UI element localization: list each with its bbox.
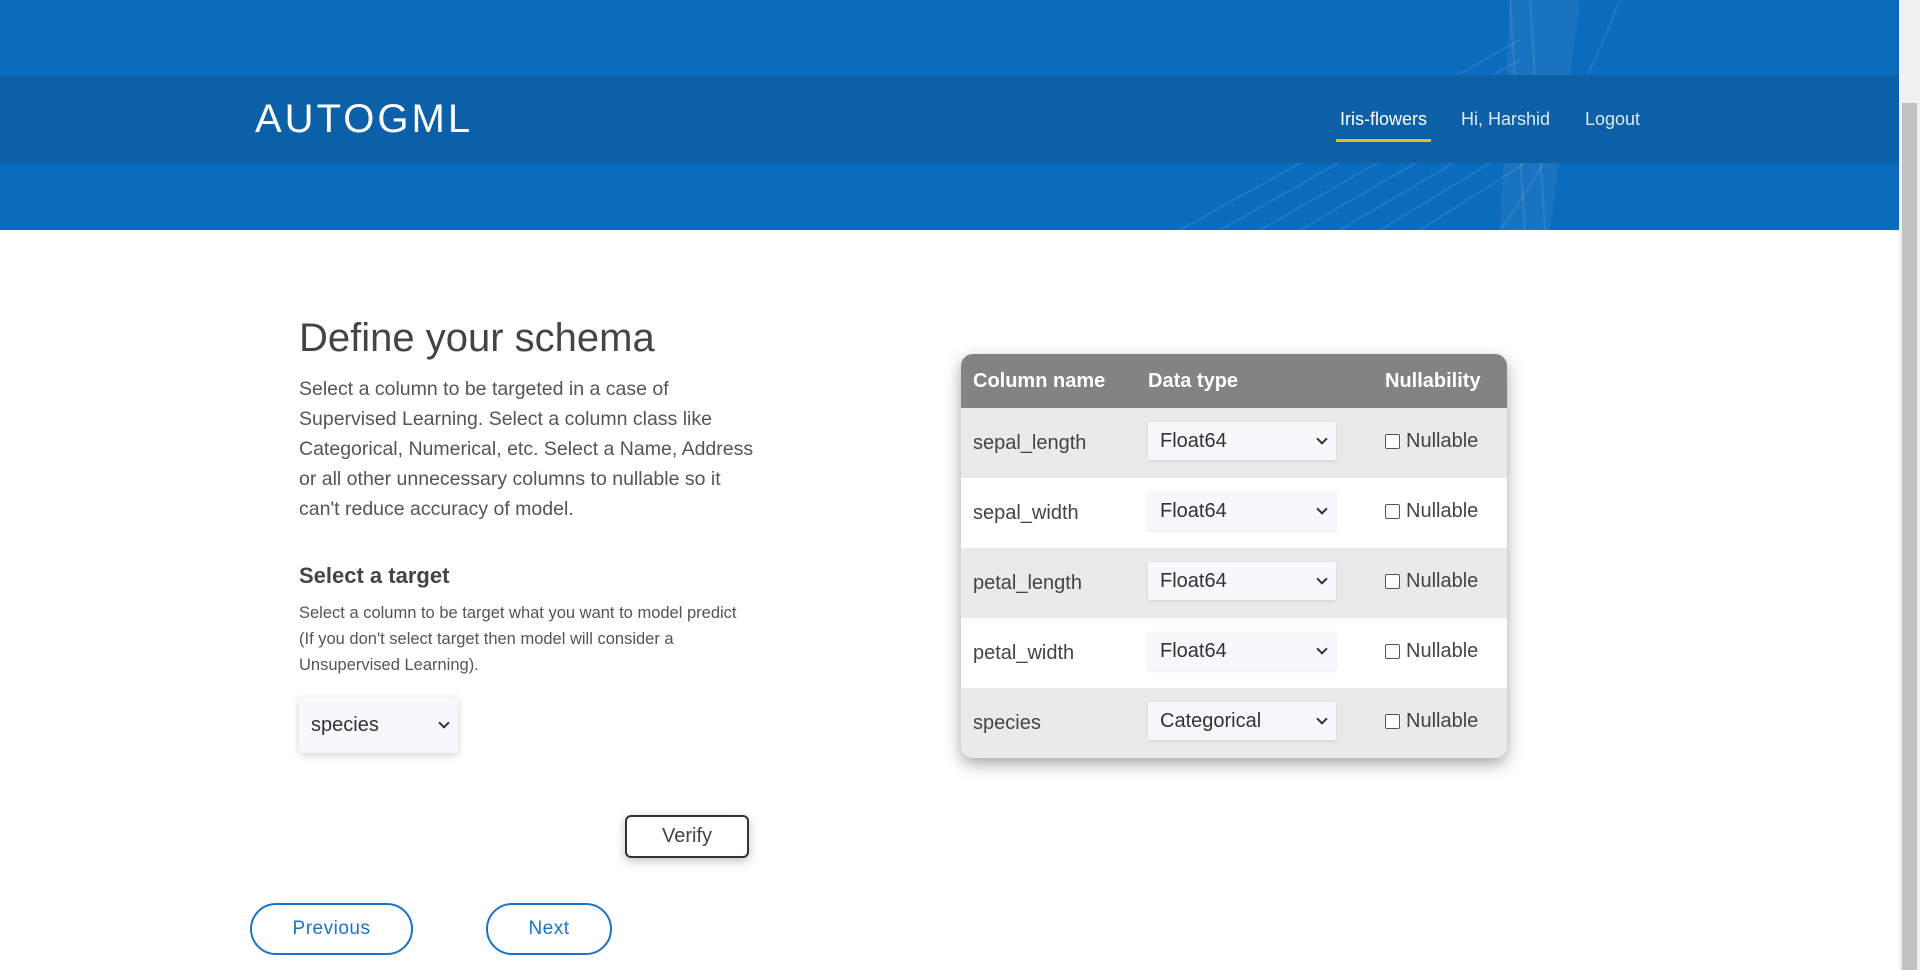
- column-name-header: Column name: [973, 370, 1106, 392]
- chevron-down-icon: [438, 717, 450, 729]
- table-row: petal_width Float64 Nullable: [961, 618, 1507, 688]
- header-hero: AUTOGML Iris-flowers Hi, Harshid Logout: [0, 0, 1900, 230]
- data-type-select[interactable]: Float64: [1148, 422, 1336, 460]
- chevron-down-icon: [1316, 643, 1328, 655]
- chevron-down-icon: [1316, 433, 1328, 445]
- data-type-value: Categorical: [1160, 710, 1262, 732]
- column-name-cell: species: [973, 712, 1041, 734]
- select-target-heading: Select a target: [299, 563, 450, 588]
- nav-project-iris-flowers[interactable]: Iris-flowers: [1335, 109, 1432, 142]
- scrollbar-thumb[interactable]: [1902, 103, 1917, 970]
- chevron-down-icon: [1316, 573, 1328, 585]
- brand-logo[interactable]: AUTOGML: [255, 97, 473, 142]
- data-type-select[interactable]: Float64: [1148, 562, 1336, 600]
- nullable-checkbox[interactable]: [1385, 504, 1400, 519]
- nullable-checkbox[interactable]: [1385, 714, 1400, 729]
- column-name-cell: petal_width: [973, 642, 1075, 664]
- data-type-select[interactable]: Float64: [1148, 632, 1336, 670]
- previous-button[interactable]: Previous: [250, 903, 413, 955]
- chevron-down-icon: [1316, 503, 1328, 515]
- table-row: petal_length Float64 Nullable: [961, 548, 1507, 618]
- data-type-select[interactable]: Categorical: [1148, 702, 1336, 740]
- nullable-checkbox[interactable]: [1385, 434, 1400, 449]
- nullable-option[interactable]: Nullable: [1385, 710, 1478, 733]
- intro-text: Select a column to be targeted in a case…: [299, 378, 754, 520]
- nullable-label: Nullable: [1406, 500, 1479, 522]
- nav-user-greeting[interactable]: Hi, Harshid: [1461, 109, 1550, 130]
- nullable-label: Nullable: [1406, 430, 1479, 452]
- nullable-option[interactable]: Nullable: [1385, 570, 1478, 593]
- nullability-header: Nullability: [1385, 370, 1481, 392]
- page-scrollbar[interactable]: [1899, 0, 1920, 970]
- data-type-value: Float64: [1160, 430, 1227, 452]
- table-row: sepal_length Float64 Nullable: [961, 408, 1507, 478]
- nullable-label: Nullable: [1406, 640, 1479, 662]
- data-type-value: Float64: [1160, 570, 1227, 592]
- table-row: species Categorical Nullable: [961, 688, 1507, 758]
- chevron-down-icon: [1316, 713, 1328, 725]
- schema-table-header: Column name Data type Nullability: [961, 354, 1507, 408]
- page-title: Define your schema: [299, 316, 655, 360]
- top-navbar: AUTOGML Iris-flowers Hi, Harshid Logout: [0, 75, 1900, 163]
- nullable-label: Nullable: [1406, 710, 1479, 732]
- nullable-option[interactable]: Nullable: [1385, 640, 1478, 663]
- data-type-value: Float64: [1160, 500, 1227, 522]
- data-type-header: Data type: [1148, 370, 1239, 392]
- schema-table: Column name Data type Nullability sepal_…: [961, 354, 1507, 758]
- nullable-label: Nullable: [1406, 570, 1479, 592]
- column-name-cell: sepal_width: [973, 502, 1079, 524]
- select-target-description: Select a column to be target what you wa…: [299, 604, 737, 674]
- target-select[interactable]: species: [299, 697, 458, 753]
- nullable-checkbox[interactable]: [1385, 644, 1400, 659]
- nav-logout[interactable]: Logout: [1585, 109, 1640, 130]
- verify-button[interactable]: Verify: [625, 815, 749, 858]
- nullable-checkbox[interactable]: [1385, 574, 1400, 589]
- data-type-value: Float64: [1160, 640, 1227, 662]
- column-name-cell: sepal_length: [973, 432, 1087, 454]
- nullable-option[interactable]: Nullable: [1385, 500, 1478, 523]
- next-button[interactable]: Next: [486, 903, 612, 955]
- table-row: sepal_width Float64 Nullable: [961, 478, 1507, 548]
- target-select-value: species: [311, 714, 379, 736]
- column-name-cell: petal_length: [973, 572, 1082, 594]
- nullable-option[interactable]: Nullable: [1385, 430, 1478, 453]
- data-type-select[interactable]: Float64: [1148, 492, 1336, 530]
